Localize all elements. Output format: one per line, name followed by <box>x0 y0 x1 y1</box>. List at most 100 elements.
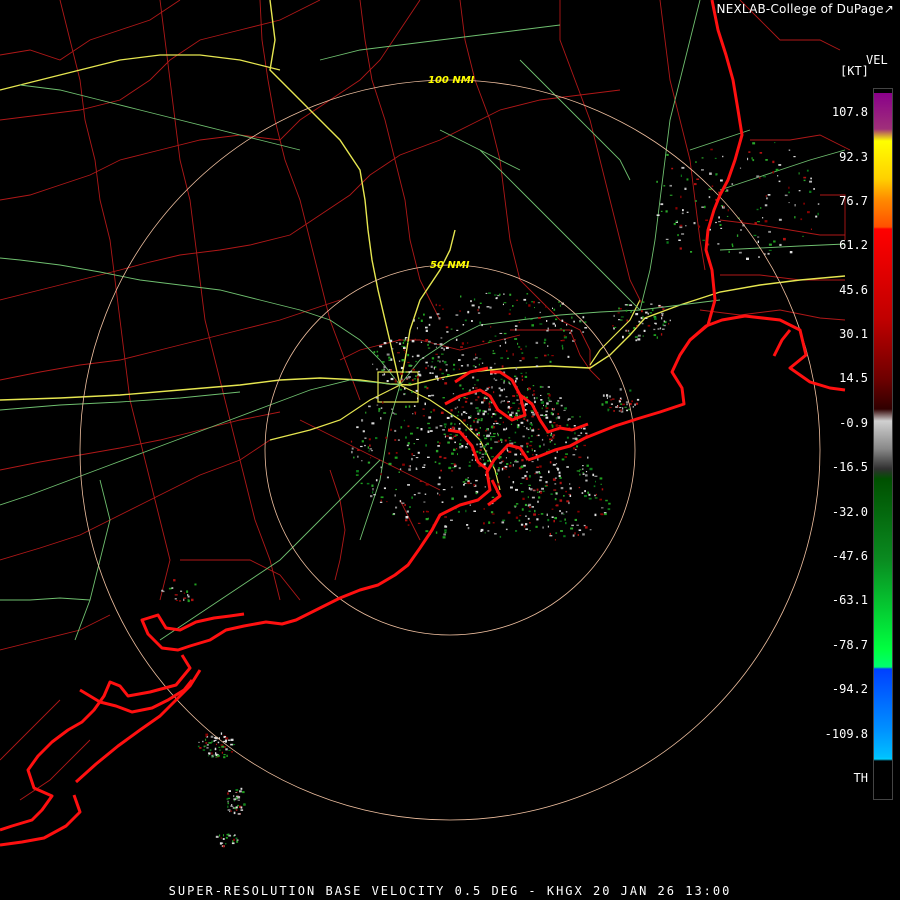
echo-pixel <box>527 388 529 391</box>
echo-pixel <box>800 218 803 221</box>
echo-pixel <box>585 432 588 434</box>
echo-pixel <box>765 195 767 197</box>
echo-pixel <box>408 468 411 471</box>
legend-label: TH <box>853 771 868 785</box>
county-line <box>0 439 271 561</box>
echo-pixel <box>554 517 557 520</box>
echo-pixel <box>483 399 486 402</box>
echo-pixel <box>504 439 507 442</box>
echo-pixel <box>533 513 536 516</box>
echo-pixel <box>579 469 582 471</box>
echo-pixel <box>523 464 526 467</box>
echo-pixel <box>810 177 812 180</box>
echo-pixel <box>510 416 513 418</box>
echo-pixel <box>405 436 407 439</box>
echo-pixel <box>722 155 724 158</box>
echo-pixel <box>220 837 222 839</box>
echo-pixel <box>610 403 613 405</box>
echo-pixel <box>537 428 540 430</box>
legend-label: -32.0 <box>831 505 868 519</box>
echo-pixel <box>606 394 609 397</box>
echo-pixel <box>531 411 534 414</box>
echo-pixel <box>521 357 525 360</box>
echo-pixel <box>577 434 581 437</box>
echo-pixel <box>552 322 555 325</box>
echo-pixel <box>425 367 428 370</box>
echo-pixel <box>236 840 239 843</box>
echo-pixel <box>402 342 405 344</box>
echo-pixel <box>439 455 442 458</box>
echo-pixel <box>762 217 764 219</box>
range-ring-100-nmi <box>79 79 821 821</box>
echo-pixel <box>559 328 562 330</box>
echo-pixel <box>425 326 428 329</box>
echo-pixel <box>775 168 779 171</box>
echo-pixel <box>660 333 663 336</box>
echo-pixel <box>534 400 536 404</box>
echo-pixel <box>557 413 559 415</box>
echo-pixel <box>401 502 405 504</box>
echo-pixel <box>490 447 493 450</box>
echo-pixel <box>557 400 560 402</box>
echo-pixel <box>443 433 446 435</box>
echo-pixel <box>618 307 620 310</box>
echo-pixel <box>518 519 521 522</box>
echo-pixel <box>517 342 519 345</box>
echo-pixel <box>535 454 538 456</box>
echo-pixel <box>394 439 397 441</box>
echo-pixel <box>595 493 597 496</box>
echo-pixel <box>552 307 553 309</box>
echo-pixel <box>620 403 623 405</box>
echo-pixel <box>535 525 538 528</box>
echo-pixel <box>490 425 494 429</box>
echo-pixel <box>448 436 452 440</box>
echo-pixel <box>534 357 538 359</box>
echo-pixel <box>403 393 406 396</box>
echo-pixel <box>794 216 796 219</box>
county-line <box>750 134 851 151</box>
echo-pixel <box>669 319 671 322</box>
echo-pixel <box>778 218 782 221</box>
echo-pixel <box>709 172 712 175</box>
echo-pixel <box>547 525 549 528</box>
echo-pixel <box>418 317 420 319</box>
echo-pixel <box>641 322 644 325</box>
legend-label: -94.2 <box>831 682 868 696</box>
echo-pixel <box>539 465 542 468</box>
echo-pixel <box>458 368 460 370</box>
road-line <box>74 479 111 641</box>
echo-pixel <box>731 183 734 185</box>
echo-pixel <box>533 393 536 396</box>
echo-pixel <box>435 303 437 306</box>
echo-pixel <box>233 795 235 798</box>
echo-pixel <box>506 349 508 352</box>
echo-pixel <box>663 320 665 322</box>
echo-pixel <box>475 479 478 482</box>
echo-pixel <box>566 323 568 326</box>
echo-pixel <box>711 185 714 187</box>
echo-pixel <box>565 453 568 455</box>
echo-pixel <box>509 464 512 468</box>
echo-pixel <box>372 363 374 365</box>
echo-pixel <box>516 394 518 397</box>
echo-pixel <box>360 445 363 448</box>
echo-pixel <box>582 472 584 474</box>
echo-pixel <box>694 183 697 186</box>
echo-pixel <box>514 325 518 327</box>
echo-pixel <box>489 306 492 309</box>
echo-pixel <box>767 194 771 196</box>
echo-pixel <box>583 427 586 430</box>
echo-pixel <box>399 500 402 503</box>
echo-pixel <box>764 220 768 223</box>
echo-pixel <box>398 360 401 362</box>
echo-pixel <box>453 363 456 366</box>
echo-pixel <box>215 743 218 746</box>
echo-pixel <box>400 426 403 429</box>
echo-pixel <box>577 534 579 536</box>
echo-pixel <box>503 381 505 384</box>
echo-pixel <box>416 383 418 386</box>
echo-pixel <box>407 484 410 486</box>
echo-pixel <box>521 491 524 493</box>
echo-pixel <box>561 344 564 347</box>
echo-pixel <box>584 526 588 529</box>
